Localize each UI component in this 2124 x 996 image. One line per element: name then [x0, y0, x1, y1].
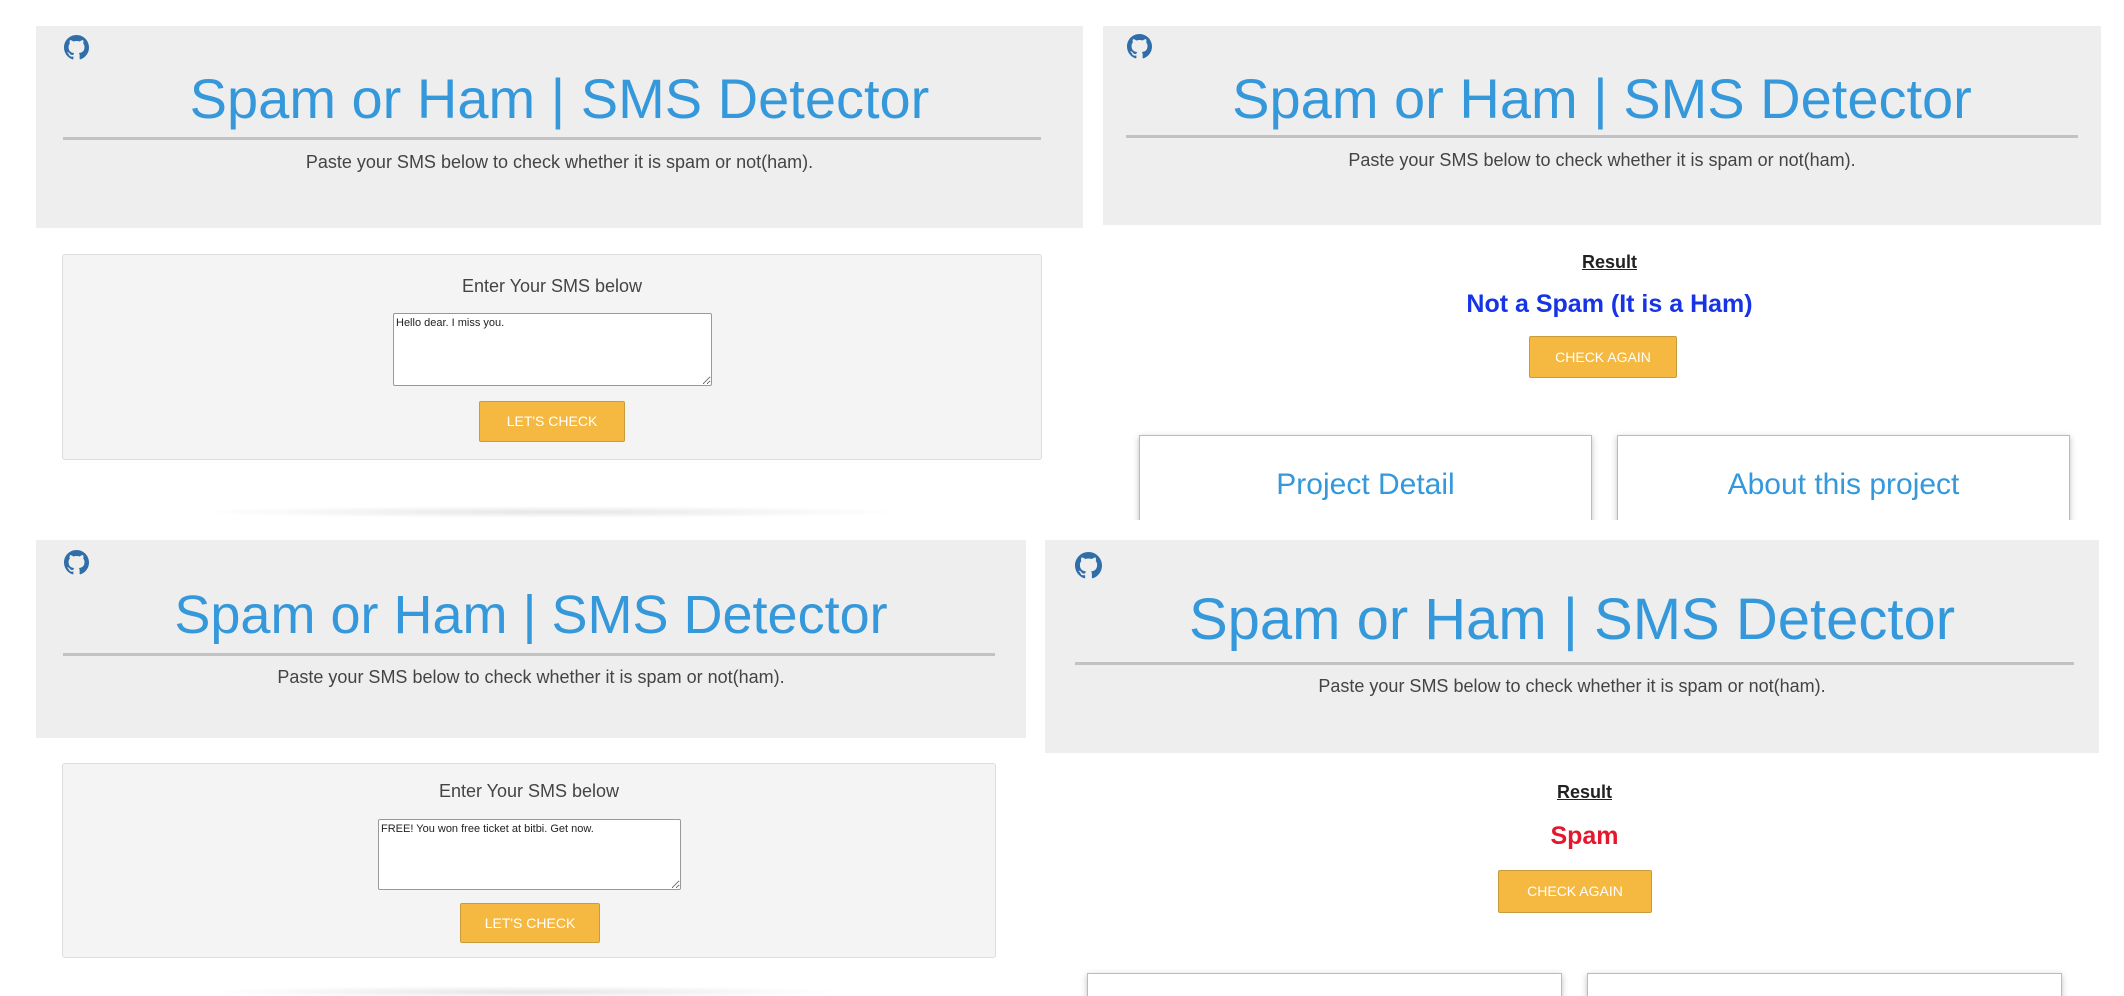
lets-check-button[interactable]: LET'S CHECK [479, 401, 625, 442]
project-detail-card[interactable]: Project Detail [1139, 435, 1592, 520]
sms-label: Enter Your SMS below [461, 276, 643, 296]
screenshot-form-spam: Spam or Ham | SMS Detector Paste your SM… [0, 520, 1045, 996]
page-subtitle: Paste your SMS below to check whether it… [305, 152, 814, 172]
page-title: Spam or Ham | SMS Detector [174, 585, 888, 645]
divider [63, 137, 1041, 140]
sms-form: Enter Your SMS below LET'S CHECK [62, 254, 1042, 460]
github-icon[interactable] [64, 550, 89, 575]
page-subtitle: Paste your SMS below to check whether it… [1318, 676, 1826, 696]
divider [1126, 135, 2078, 138]
screenshot-form-ham: Spam or Ham | SMS Detector Paste your SM… [0, 0, 1095, 520]
screenshot-result-spam: Spam or Ham | SMS Detector Paste your SM… [1045, 520, 2124, 996]
result-text: Not a Spam (It is a Ham) [1466, 290, 1753, 318]
page-title: Spam or Ham | SMS Detector [1188, 587, 1956, 652]
page-subtitle: Paste your SMS below to check whether it… [277, 667, 785, 687]
divider [1075, 662, 2074, 665]
header: Spam or Ham | SMS Detector Paste your SM… [1103, 26, 2101, 225]
github-icon[interactable] [1075, 552, 1102, 579]
screenshot-result-ham: Spam or Ham | SMS Detector Paste your SM… [1095, 0, 2124, 520]
header: Spam or Ham | SMS Detector Paste your SM… [36, 540, 1026, 738]
about-project-card[interactable]: About this project [1617, 435, 2070, 520]
header: Spam or Ham | SMS Detector Paste your SM… [36, 26, 1083, 228]
card-shadow [200, 986, 850, 996]
page-title: Spam or Ham | SMS Detector [189, 67, 930, 130]
lets-check-button[interactable]: LET'S CHECK [460, 903, 600, 943]
check-again-button[interactable]: CHECK AGAIN [1498, 870, 1652, 913]
sms-label: Enter Your SMS below [438, 781, 620, 801]
sms-input[interactable] [378, 819, 681, 890]
result-heading: Result [1581, 252, 1637, 272]
page-title: Spam or Ham | SMS Detector [1232, 67, 1972, 130]
header: Spam or Ham | SMS Detector Paste your SM… [1045, 540, 2099, 753]
result-heading: Result [1556, 782, 1612, 802]
result-text: Spam [1550, 822, 1619, 850]
sms-input[interactable] [393, 313, 712, 386]
card-shadow [190, 506, 910, 518]
sms-form: Enter Your SMS below LET'S CHECK [62, 763, 996, 958]
project-detail-card[interactable] [1087, 973, 1562, 996]
divider [63, 653, 995, 656]
check-again-button[interactable]: CHECK AGAIN [1529, 336, 1677, 378]
github-icon[interactable] [1127, 34, 1152, 59]
page-subtitle: Paste your SMS below to check whether it… [1348, 150, 1856, 170]
about-project-card[interactable] [1587, 973, 2062, 996]
github-icon[interactable] [64, 35, 89, 60]
